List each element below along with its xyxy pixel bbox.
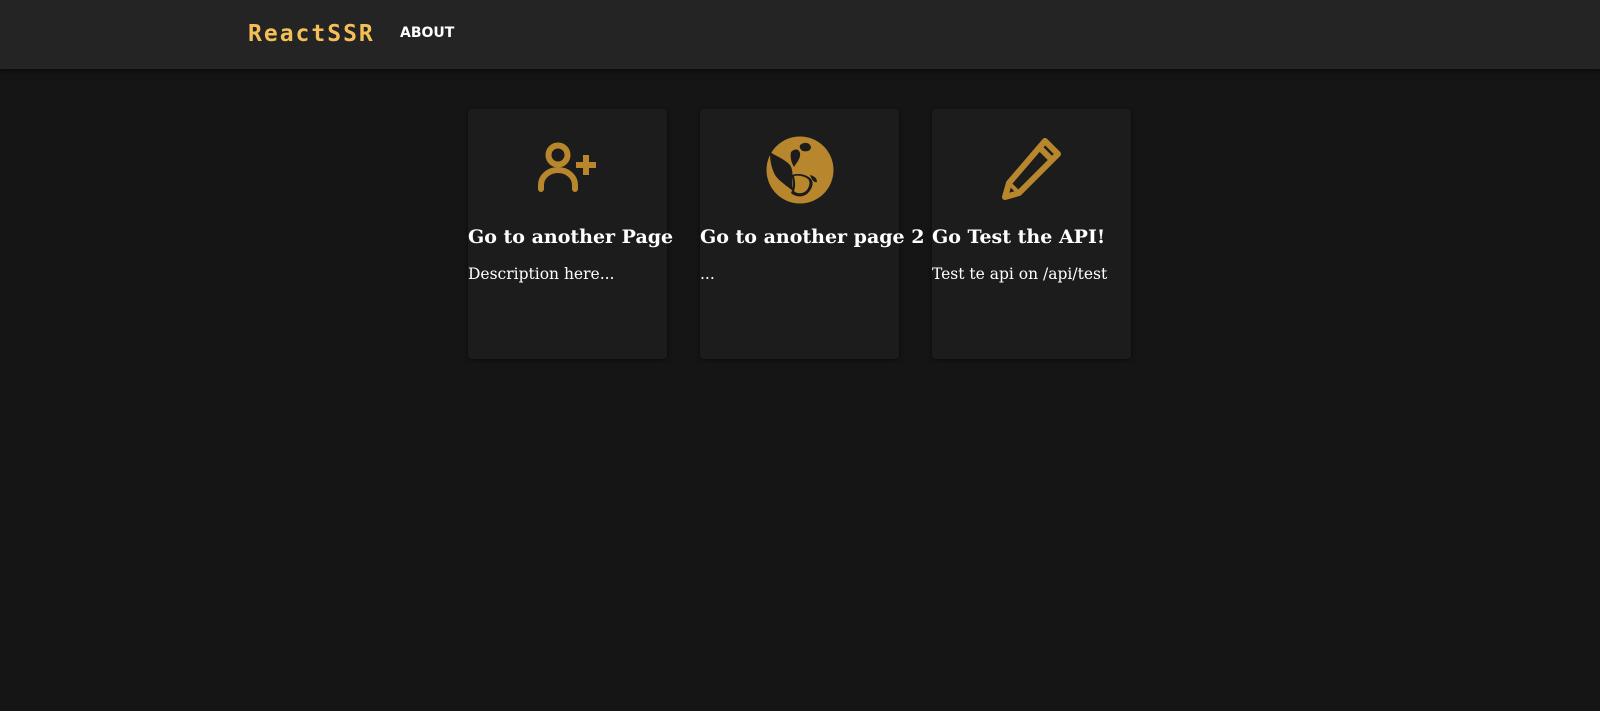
card-title: Go Test the API! <box>932 226 1106 248</box>
person-add-icon <box>468 134 667 206</box>
navbar: ReactSSR ABOUT <box>0 0 1600 69</box>
card-title: Go to another page 2 <box>700 226 925 248</box>
card-description: Description here... <box>468 265 615 283</box>
brand-logo-link[interactable]: ReactSSR <box>248 19 375 49</box>
nav-link-about[interactable]: ABOUT <box>400 24 454 42</box>
card-description: Test te api on /api/test <box>932 265 1108 283</box>
pencil-icon <box>932 134 1131 206</box>
card-title: Go to another Page <box>468 226 674 248</box>
globe-icon <box>700 134 899 206</box>
card-description: ... <box>700 265 715 283</box>
